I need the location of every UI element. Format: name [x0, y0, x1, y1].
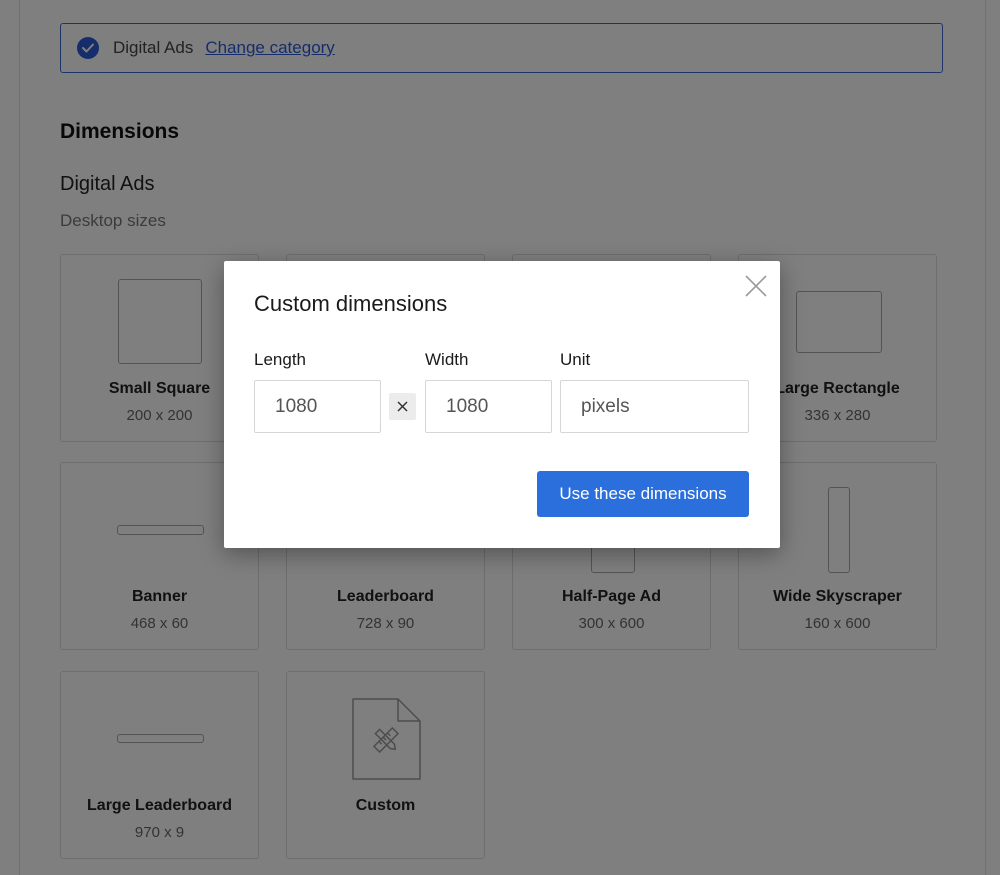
unit-select[interactable] [560, 380, 749, 433]
width-input[interactable] [425, 380, 552, 433]
close-icon[interactable] [744, 274, 768, 298]
dialog-title: Custom dimensions [254, 291, 448, 316]
length-label: Length [254, 350, 306, 369]
length-input[interactable] [254, 380, 381, 433]
unit-label: Unit [560, 350, 591, 369]
times-icon [389, 393, 416, 420]
custom-dimensions-dialog: Custom dimensions Length Width Unit Use … [224, 261, 780, 548]
use-dimensions-button[interactable]: Use these dimensions [537, 471, 749, 517]
width-label: Width [425, 350, 469, 369]
